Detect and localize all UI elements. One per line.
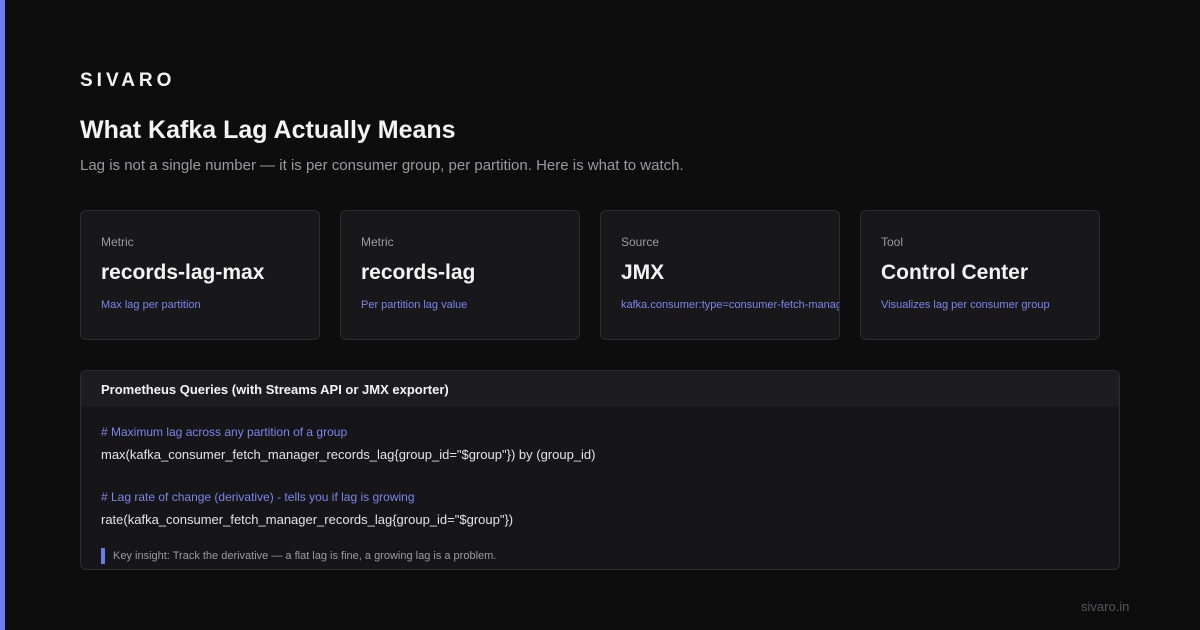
brand-logo: SIVARO — [80, 70, 176, 91]
card-control-center: Tool Control Center Visualizes lag per c… — [860, 210, 1100, 340]
footer-domain: sivaro.in — [1081, 599, 1130, 614]
insight-text: Key insight: Track the derivative — a fl… — [113, 550, 497, 562]
metric-cards: Metric records-lag-max Max lag per parti… — [80, 210, 1100, 340]
card-records-lag-max: Metric records-lag-max Max lag per parti… — [80, 210, 320, 340]
prometheus-queries-panel: Prometheus Queries (with Streams API or … — [80, 370, 1120, 570]
key-insight: Key insight: Track the derivative — a fl… — [101, 548, 1099, 564]
query-comment: # Lag rate of change (derivative) - tell… — [101, 490, 415, 504]
card-value: JMX — [621, 261, 665, 284]
page: SIVARO What Kafka Lag Actually Means Lag… — [0, 0, 1200, 630]
card-value: records-lag-max — [101, 261, 265, 284]
card-label: Source — [621, 235, 660, 249]
card-records-lag: Metric records-lag Per partition lag val… — [340, 210, 580, 340]
queries-heading: Prometheus Queries (with Streams API or … — [81, 371, 1119, 407]
card-description: kafka.consumer:type=consumer-fetch-manag… — [621, 299, 839, 311]
queries-body: # Maximum lag across any partition of a … — [81, 425, 1119, 564]
card-description: Visualizes lag per consumer group — [881, 299, 1050, 311]
card-label: Metric — [101, 235, 134, 249]
page-title: What Kafka Lag Actually Means — [80, 116, 456, 144]
query-comment: # Maximum lag across any partition of a … — [101, 425, 348, 439]
card-label: Tool — [881, 235, 904, 249]
card-description: Per partition lag value — [361, 299, 468, 311]
accent-bar — [0, 0, 5, 630]
card-jmx: Source JMX kafka.consumer:type=consumer-… — [600, 210, 840, 340]
card-description: Max lag per partition — [101, 299, 201, 311]
page-subtitle: Lag is not a single number — it is per c… — [80, 157, 684, 174]
query-code: max(kafka_consumer_fetch_manager_records… — [101, 447, 596, 462]
card-label: Metric — [361, 235, 394, 249]
insight-marker — [101, 548, 105, 564]
card-value: records-lag — [361, 261, 476, 284]
query-code: rate(kafka_consumer_fetch_manager_record… — [101, 512, 514, 527]
card-value: Control Center — [881, 261, 1028, 284]
